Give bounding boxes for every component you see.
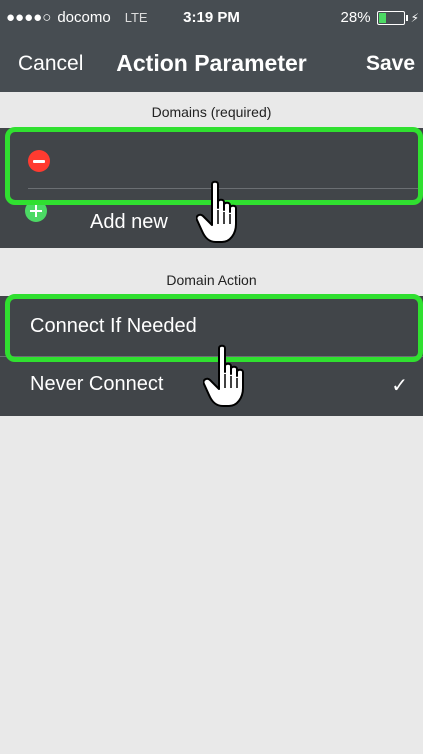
charging-icon: ⚡ [410, 10, 419, 25]
tap-hand-icon [196, 180, 237, 243]
domain-row[interactable] [0, 128, 423, 188]
navigation-bar: Cancel Action Parameter Save [0, 38, 423, 92]
battery-percent: 28% [340, 9, 371, 26]
checkmark-icon: ✓ [391, 375, 408, 397]
option-label: Connect If Needed [30, 315, 197, 337]
status-bar: ●●●●○ docomo LTE 3:19 PM 28% ⚡ [0, 0, 423, 38]
plus-icon [30, 205, 42, 217]
page-title: Action Parameter [116, 50, 307, 76]
domain-action-section-header: Domain Action [166, 272, 257, 288]
add-domain-button[interactable] [25, 200, 47, 222]
status-right: 28% ⚡ [341, 9, 419, 26]
option-label: Never Connect [30, 373, 164, 395]
battery-icon [376, 10, 408, 25]
delete-domain-button[interactable] [28, 150, 50, 172]
minus-icon [33, 159, 45, 163]
tap-hand-icon [203, 344, 244, 407]
save-button[interactable]: Save [366, 52, 415, 76]
domains-section-header: Domains (required) [151, 104, 272, 120]
add-new-label: Add new [90, 211, 168, 233]
battery-fill [378, 12, 386, 23]
